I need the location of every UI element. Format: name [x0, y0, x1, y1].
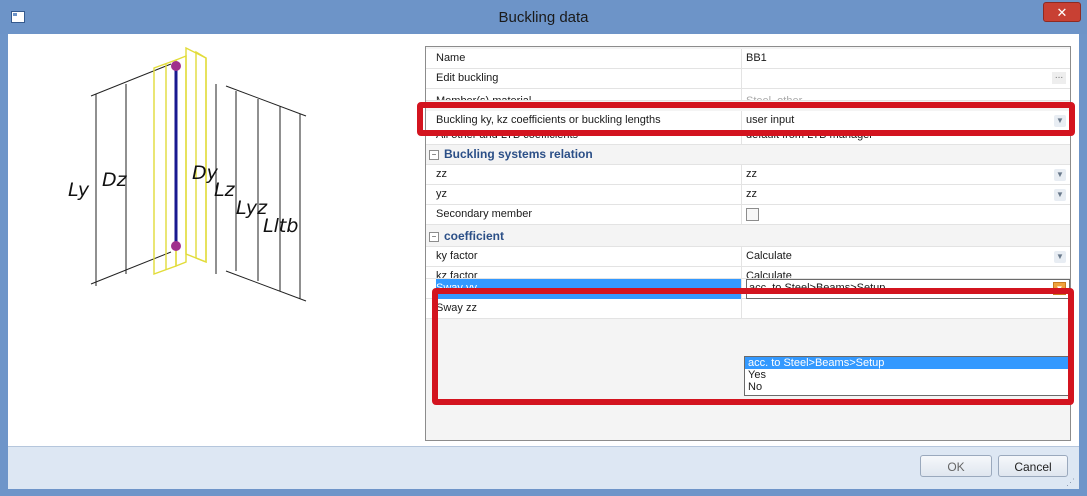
ok-button[interactable]: OK [920, 455, 992, 477]
label-lz: Lz [214, 179, 236, 201]
kz-factor-select[interactable]: Calculate [746, 267, 1070, 278]
buckling-data-dialog: Buckling data ✕ Ly Dz Dy Lz Lyz Lltb Nam… [0, 0, 1087, 496]
row-label: Member(s) material [436, 89, 742, 100]
title-bar[interactable]: Buckling data ✕ [0, 0, 1087, 34]
row-label: ky factor [436, 247, 742, 267]
row-value-edit-buckling [746, 69, 1070, 89]
row-ky-factor[interactable]: ky factor Calculate ▼ [426, 247, 1070, 267]
dim-top-tick-line [90, 63, 172, 97]
group-coefficient[interactable]: − coefficient [426, 227, 1070, 247]
node-top [171, 61, 181, 71]
row-label: yz [436, 185, 742, 205]
group-buckling-systems[interactable]: − Buckling systems relation [426, 145, 1070, 165]
node-bottom [171, 241, 181, 251]
row-value-name[interactable]: BB1 [746, 49, 1070, 69]
label-dz: Dz [102, 169, 128, 191]
edit-buckling-button[interactable]: ... [1052, 71, 1066, 84]
resize-grip-icon[interactable]: ⋰ [1066, 478, 1075, 487]
buckling-diagram-panel: Ly Dz Dy Lz Lyz Lltb [26, 46, 426, 314]
dim-bottom-tick-line [90, 251, 172, 285]
row-name[interactable]: Name BB1 [426, 49, 1070, 69]
group-title: coefficient [444, 229, 505, 243]
row-edit-buckling[interactable]: Edit buckling ... [426, 69, 1070, 89]
row-label: kz factor [436, 267, 742, 278]
buckling-diagram: Ly Dz Dy Lz Lyz Lltb [68, 46, 307, 302]
secondary-member-value [746, 205, 1070, 225]
row-label: Edit buckling [436, 69, 742, 89]
row-kz-factor[interactable]: kz factor Calculate [426, 267, 1070, 279]
collapse-icon[interactable]: − [429, 232, 439, 242]
ky-factor-select[interactable]: Calculate [746, 247, 1070, 267]
row-label: Secondary member [436, 205, 742, 225]
chevron-down-icon[interactable]: ▼ [1054, 189, 1066, 201]
label-lltb: Lltb [263, 215, 298, 237]
dim-top-tick-right [225, 85, 307, 117]
cancel-button[interactable]: Cancel [998, 455, 1068, 477]
secondary-member-checkbox[interactable] [746, 208, 759, 221]
dialog-footer: OK Cancel ⋰ [8, 446, 1079, 489]
highlight-box-buckling-coefficients [417, 102, 1075, 136]
chevron-down-icon[interactable]: ▼ [1054, 169, 1066, 181]
row-member-material[interactable]: Member(s) material Steel, other [426, 89, 1070, 101]
row-value-material: Steel, other [746, 95, 803, 101]
zz-select[interactable]: zz [746, 165, 1070, 185]
window-title: Buckling data [498, 9, 589, 26]
close-button[interactable]: ✕ [1043, 2, 1081, 22]
dim-bottom-tick-right [225, 270, 307, 302]
dialog-client-area: Ly Dz Dy Lz Lyz Lltb Name BB1 Edit buckl… [8, 34, 1079, 489]
row-secondary-member[interactable]: Secondary member [426, 205, 1070, 225]
label-ly: Ly [68, 179, 90, 201]
collapse-icon[interactable]: − [429, 150, 439, 160]
column-outline [153, 46, 207, 275]
row-label: zz [436, 165, 742, 185]
row-zz[interactable]: zz zz ▼ [426, 165, 1070, 185]
group-title: Buckling systems relation [444, 147, 593, 161]
chevron-down-icon[interactable]: ▼ [1054, 251, 1066, 263]
yz-select[interactable]: zz [746, 185, 1070, 205]
row-yz[interactable]: yz zz ▼ [426, 185, 1070, 205]
row-label: Name [436, 49, 742, 69]
highlight-box-sway [432, 288, 1074, 405]
